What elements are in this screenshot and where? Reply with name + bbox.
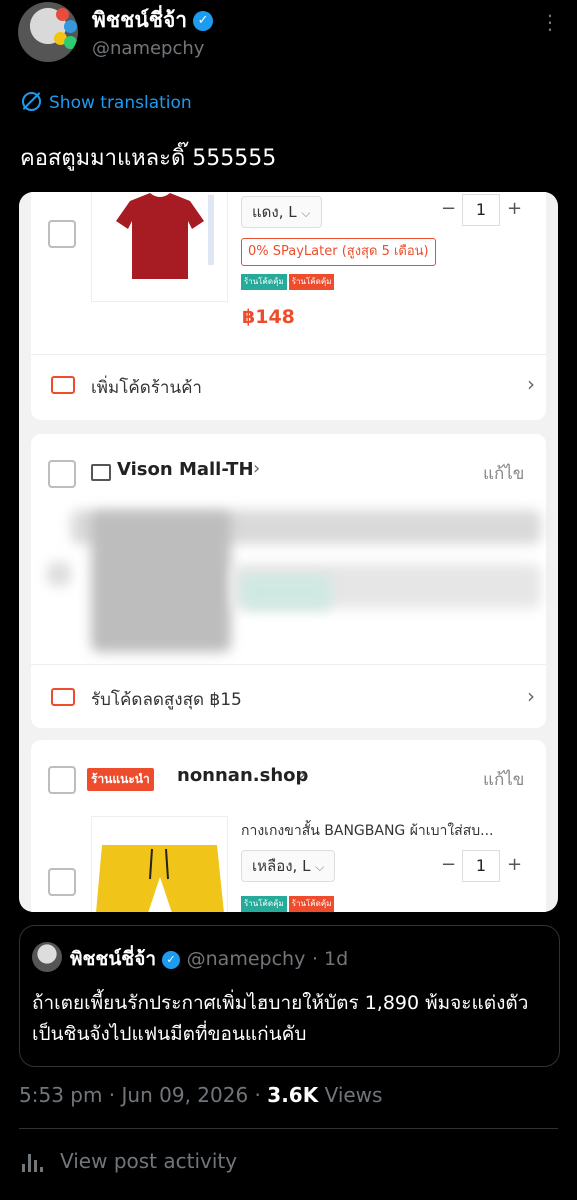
recommended-shop-badge: ร้านแนะนำ [87, 768, 154, 791]
divider [31, 664, 546, 665]
shop-checkbox [48, 460, 76, 488]
author-handle[interactable]: @namepchy [92, 38, 204, 59]
chevron-down-icon: ⌵ [301, 206, 311, 220]
blurred-region [241, 574, 331, 610]
coin-tag: ร้านโค้ดคุ้ม [288, 896, 335, 912]
plus-icon: + [507, 854, 523, 875]
quoted-author-name: พิชชน์ชี่จ้า [70, 948, 157, 970]
shop-card: Vison Mall-TH › แก้ไข รับโค้ดลดสูงสุด ฿1… [31, 434, 546, 728]
minus-icon: − [441, 854, 457, 875]
add-shop-code: เพิ่มโค้ดร้านค้า [91, 378, 202, 398]
promo-tags: ร้านโค้ดคุ้ม ร้านโค้ดคุ้ม [241, 896, 335, 912]
view-count: 3.6K [267, 1083, 319, 1107]
promo-tags: ร้านโค้ดคุ้ม ร้านโค้ดคุ้ม [241, 274, 335, 292]
view-post-activity-link[interactable]: View post activity [60, 1149, 237, 1173]
product-title: กางเกงขาสั้น BANGBANG ผ้าเบาใส่สบ... [241, 823, 494, 839]
variant-text: เหลือง, L [252, 857, 311, 875]
store-icon [91, 464, 111, 481]
shop-name: nonnan.shop [177, 765, 309, 786]
show-translation-link[interactable]: Show translation [22, 92, 192, 113]
voucher-icon [51, 376, 75, 394]
blurred-product-image [91, 512, 231, 652]
post-date[interactable]: Jun 09, 2026 [122, 1083, 249, 1107]
chevron-right-icon: › [299, 764, 307, 785]
item-price: ฿148 [242, 306, 295, 328]
chevron-down-icon: ⌵ [315, 860, 325, 874]
post-meta: 5:53 pm · Jun 09, 2026 · 3.6K Views [19, 1083, 383, 1107]
product-image [91, 192, 228, 302]
author-avatar[interactable] [18, 2, 78, 62]
product-image [91, 816, 228, 912]
author-name[interactable]: พิชชน์ชี่จ้า ✓ [92, 4, 214, 37]
views-label: Views [324, 1083, 383, 1107]
analytics-icon [22, 1152, 44, 1172]
shop-name: Vison Mall-TH [117, 459, 254, 480]
translate-label: Show translation [49, 93, 192, 113]
quoted-post-text: ถ้าเตยเพี้ยนรักประกาศเพิ่มไฮบายให้บัตร 1… [32, 992, 529, 1045]
quoted-post[interactable]: พิชชน์ชี่จ้า ✓ @namepchy · 1d ถ้าเตยเพี้ย… [19, 925, 560, 1067]
author-name-text: พิชชน์ชี่จ้า [92, 8, 188, 32]
quoted-author-handle: @namepchy [186, 948, 306, 970]
free-shipping-tag: ร้านโค้ดคุ้ม [241, 896, 287, 912]
coin-tag: ร้านโค้ดคุ้ม [288, 274, 335, 290]
item-checkbox [48, 220, 76, 248]
verified-badge-icon: ✓ [193, 11, 214, 31]
post-time[interactable]: 5:53 pm [19, 1083, 102, 1107]
verified-badge-icon: ✓ [162, 950, 181, 969]
post-text: คอสตูมมาแหละดิ๊ 555555 [20, 146, 277, 171]
plus-icon: + [507, 198, 523, 219]
quoted-author-line: พิชชน์ชี่จ้า ✓ @namepchy · 1d [70, 944, 348, 974]
chevron-right-icon: › [253, 458, 261, 479]
edit-link: แก้ไข [483, 770, 525, 790]
more-options-icon[interactable]: ⋮ [540, 10, 561, 34]
shop-discount-code: รับโค้ดลดสูงสุด ฿15 [91, 690, 242, 710]
minus-icon: − [441, 198, 457, 219]
divider [19, 1128, 558, 1129]
spaylater-badge: 0% SPayLater (สูงสุด 5 เดือน) [241, 238, 436, 266]
quoted-author-avatar [32, 942, 62, 972]
quantity-value: 1 [462, 850, 500, 882]
blurred-checkbox [47, 562, 71, 586]
quantity-value: 1 [462, 194, 500, 226]
shop-card: ร้านแนะนำ nonnan.shop › แก้ไข กางเกงขาสั… [31, 740, 546, 912]
edit-link: แก้ไข [483, 464, 525, 484]
quoted-post-time: · 1d [311, 948, 349, 970]
divider [31, 354, 546, 355]
chevron-right-icon: › [527, 372, 535, 396]
shop-checkbox [48, 766, 76, 794]
cart-item-card: แดง, L ⌵ − 1 + 0% SPayLater (สูงสุด 5 เด… [31, 192, 546, 420]
attached-image[interactable]: แดง, L ⌵ − 1 + 0% SPayLater (สูงสุด 5 เด… [19, 192, 558, 912]
variant-dropdown: แดง, L ⌵ [241, 196, 322, 228]
translate-icon [22, 92, 41, 111]
variant-text: แดง, L [252, 203, 297, 221]
variant-dropdown: เหลือง, L ⌵ [241, 850, 336, 882]
voucher-icon [51, 688, 75, 706]
free-shipping-tag: ร้านโค้ดคุ้ม [241, 274, 287, 290]
item-checkbox [48, 868, 76, 896]
chevron-right-icon: › [527, 684, 535, 708]
